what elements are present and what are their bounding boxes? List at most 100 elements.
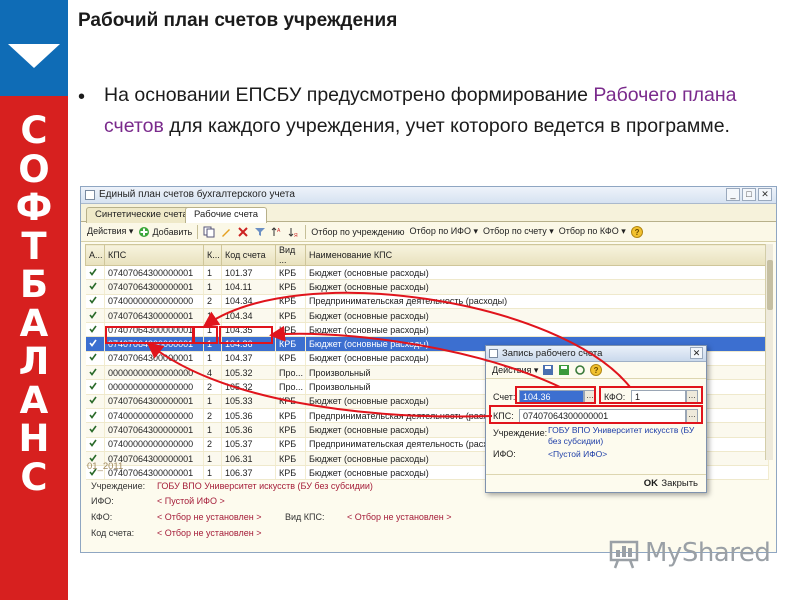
dialog-kfo-select-button[interactable]: … xyxy=(686,390,698,404)
dialog-account-label: Счет: xyxy=(493,392,516,402)
dialog-kps-select-button[interactable]: … xyxy=(686,409,698,423)
table-row[interactable]: 07400000000000000 2 104.34 КРБ Предпринимате… xyxy=(85,294,769,309)
column-header[interactable]: К... xyxy=(203,244,222,266)
filter-icon[interactable] xyxy=(254,226,266,238)
scrollbar-thumb[interactable] xyxy=(767,260,773,310)
sort-asc-icon[interactable]: A xyxy=(271,226,283,238)
bullet-dot: • xyxy=(78,86,86,108)
kps-cell: 07407064300000001 xyxy=(104,422,204,438)
filter-by-institution-button[interactable]: Отбор по учреждению xyxy=(311,227,404,237)
column-header[interactable]: КПС xyxy=(104,244,204,266)
filter-by-account-menu[interactable]: Отбор по счету ▾ xyxy=(483,226,554,237)
dialog-institution-link[interactable]: ГОБУ ВПО Университет искусств (БУ без су… xyxy=(548,425,698,447)
dialog-help-icon[interactable]: ? xyxy=(590,364,603,376)
row-active-checkbox[interactable] xyxy=(85,437,105,452)
row-active-checkbox[interactable] xyxy=(85,294,105,309)
close-button[interactable]: ✕ xyxy=(758,188,772,201)
check-icon xyxy=(88,396,97,405)
dialog-ifo-link[interactable]: <Пустой ИФО> xyxy=(548,449,607,460)
kps-type-filter: Вид КПС: < Отбор не установлен > xyxy=(285,512,485,524)
bullet-text-start: На основании ЕПСБУ предусмотрено формиро… xyxy=(104,84,594,106)
help-icon[interactable]: ? xyxy=(630,225,643,238)
row-active-checkbox[interactable] xyxy=(85,365,105,381)
check-icon xyxy=(88,311,97,319)
svg-text:Я: Я xyxy=(294,233,298,238)
filter-by-kfo-menu[interactable]: Отбор по КФО ▾ xyxy=(559,226,626,237)
check-icon xyxy=(88,439,97,448)
actions-menu[interactable]: Действия ▾ xyxy=(87,226,133,237)
maximize-button[interactable]: □ xyxy=(742,188,756,201)
account-type-cell: КРБ xyxy=(275,422,306,438)
row-active-checkbox[interactable] xyxy=(85,408,105,424)
dialog-toolbar: Действия ▾ ? xyxy=(486,362,706,379)
account-type-cell: КРБ xyxy=(275,408,306,424)
add-button[interactable]: Добавить xyxy=(138,226,192,238)
row-active-checkbox[interactable] xyxy=(85,308,105,324)
kfo-filter-value[interactable]: < Отбор не установлен > xyxy=(157,512,261,522)
table-row[interactable]: 07407064300000001 1 101.37 КРБ Бюджет (основ… xyxy=(85,265,769,281)
toolbar-separator xyxy=(305,224,307,239)
brand-letter: А xyxy=(19,378,49,422)
sort-desc-icon[interactable]: Я xyxy=(288,226,300,238)
tab-synthetic-accounts[interactable]: Синтетические счета xyxy=(86,207,197,223)
dialog-kps-field[interactable]: 07407064300000001 xyxy=(519,409,686,423)
delete-icon[interactable] xyxy=(237,226,249,238)
table-row[interactable]: 07407064300000001 1 104.11 КРБ Бюджет (основ… xyxy=(85,279,769,295)
column-header[interactable]: Наименование КПС xyxy=(305,244,769,266)
tab-working-accounts[interactable]: Рабочие счета xyxy=(185,207,268,223)
brand-letter: С xyxy=(20,455,48,499)
kfo-cell: 2 xyxy=(203,437,222,452)
account-code-filter-value[interactable]: < Отбор не установлен > xyxy=(157,528,261,538)
institution-filter-value[interactable]: ГОБУ ВПО Университет искусств (БУ без су… xyxy=(157,481,373,491)
account-type-cell: КРБ xyxy=(275,437,306,452)
dialog-kfo-field[interactable]: 1 xyxy=(631,390,686,404)
row-active-checkbox[interactable] xyxy=(85,279,105,295)
copy-icon[interactable] xyxy=(203,226,215,238)
row-active-checkbox[interactable] xyxy=(85,394,105,409)
refresh-icon[interactable] xyxy=(574,364,586,376)
kps-cell: 07407064300000001 xyxy=(104,322,204,338)
kps-name-cell: Бюджет (основные расходы) xyxy=(305,279,769,295)
column-header[interactable]: Код счета xyxy=(221,244,276,266)
kfo-cell: 1 xyxy=(203,279,222,295)
column-header[interactable]: Вид ... xyxy=(275,244,306,266)
check-icon xyxy=(88,339,97,347)
dialog-title: Запись рабочего счета xyxy=(502,348,603,359)
ifo-filter-value[interactable]: < Пустой ИФО > xyxy=(157,496,225,506)
svg-text:A: A xyxy=(277,228,281,234)
table-row[interactable]: 07407064300000001 1 104.34 КРБ Бюджет (основ… xyxy=(85,308,769,324)
dialog-close-icon[interactable]: ✕ xyxy=(690,347,703,359)
kps-type-filter-value[interactable]: < Отбор не установлен > xyxy=(347,512,451,522)
account-type-cell: КРБ xyxy=(275,336,306,352)
table-scrollbar[interactable] xyxy=(765,244,773,460)
kfo-cell: 1 xyxy=(203,322,222,338)
save-icon[interactable] xyxy=(542,364,554,376)
dialog-account-select-button[interactable]: … xyxy=(584,390,596,404)
window-toolbar: Действия ▾ Добавить A Я Отбор по учрежде… xyxy=(81,222,776,242)
account-code-cell: 105.33 xyxy=(221,394,276,409)
check-icon xyxy=(88,282,97,290)
save-copy-icon[interactable] xyxy=(558,364,570,376)
account-code-cell: 104.34 xyxy=(221,308,276,324)
kfo-cell: 1 xyxy=(203,422,222,438)
row-active-checkbox[interactable] xyxy=(85,379,105,395)
check-icon xyxy=(88,382,97,390)
table-row[interactable]: 07407064300000001 1 104.35 КРБ Бюджет (основ… xyxy=(85,322,769,338)
column-header[interactable]: А... xyxy=(85,244,105,266)
row-active-checkbox[interactable] xyxy=(85,422,105,438)
row-active-checkbox[interactable] xyxy=(85,336,105,352)
edit-icon[interactable] xyxy=(220,226,232,238)
dialog-close-button[interactable]: Закрыть xyxy=(661,478,698,489)
ok-button[interactable]: OK xyxy=(644,478,658,489)
check-icon xyxy=(88,368,97,376)
filter-by-ifo-menu[interactable]: Отбор по ИФО ▾ xyxy=(410,226,479,237)
row-active-checkbox[interactable] xyxy=(85,322,105,338)
row-active-checkbox[interactable] xyxy=(85,351,105,367)
bullet-text: На основании ЕПСБУ предусмотрено формиро… xyxy=(104,80,744,142)
kps-cell: 07407064300000001 xyxy=(104,336,204,352)
minimize-button[interactable]: _ xyxy=(726,188,740,201)
dialog-actions-menu[interactable]: Действия ▾ xyxy=(492,365,538,376)
dialog-account-field[interactable]: 104.36 xyxy=(519,390,584,404)
check-icon xyxy=(88,425,97,433)
row-active-checkbox[interactable] xyxy=(85,265,105,281)
